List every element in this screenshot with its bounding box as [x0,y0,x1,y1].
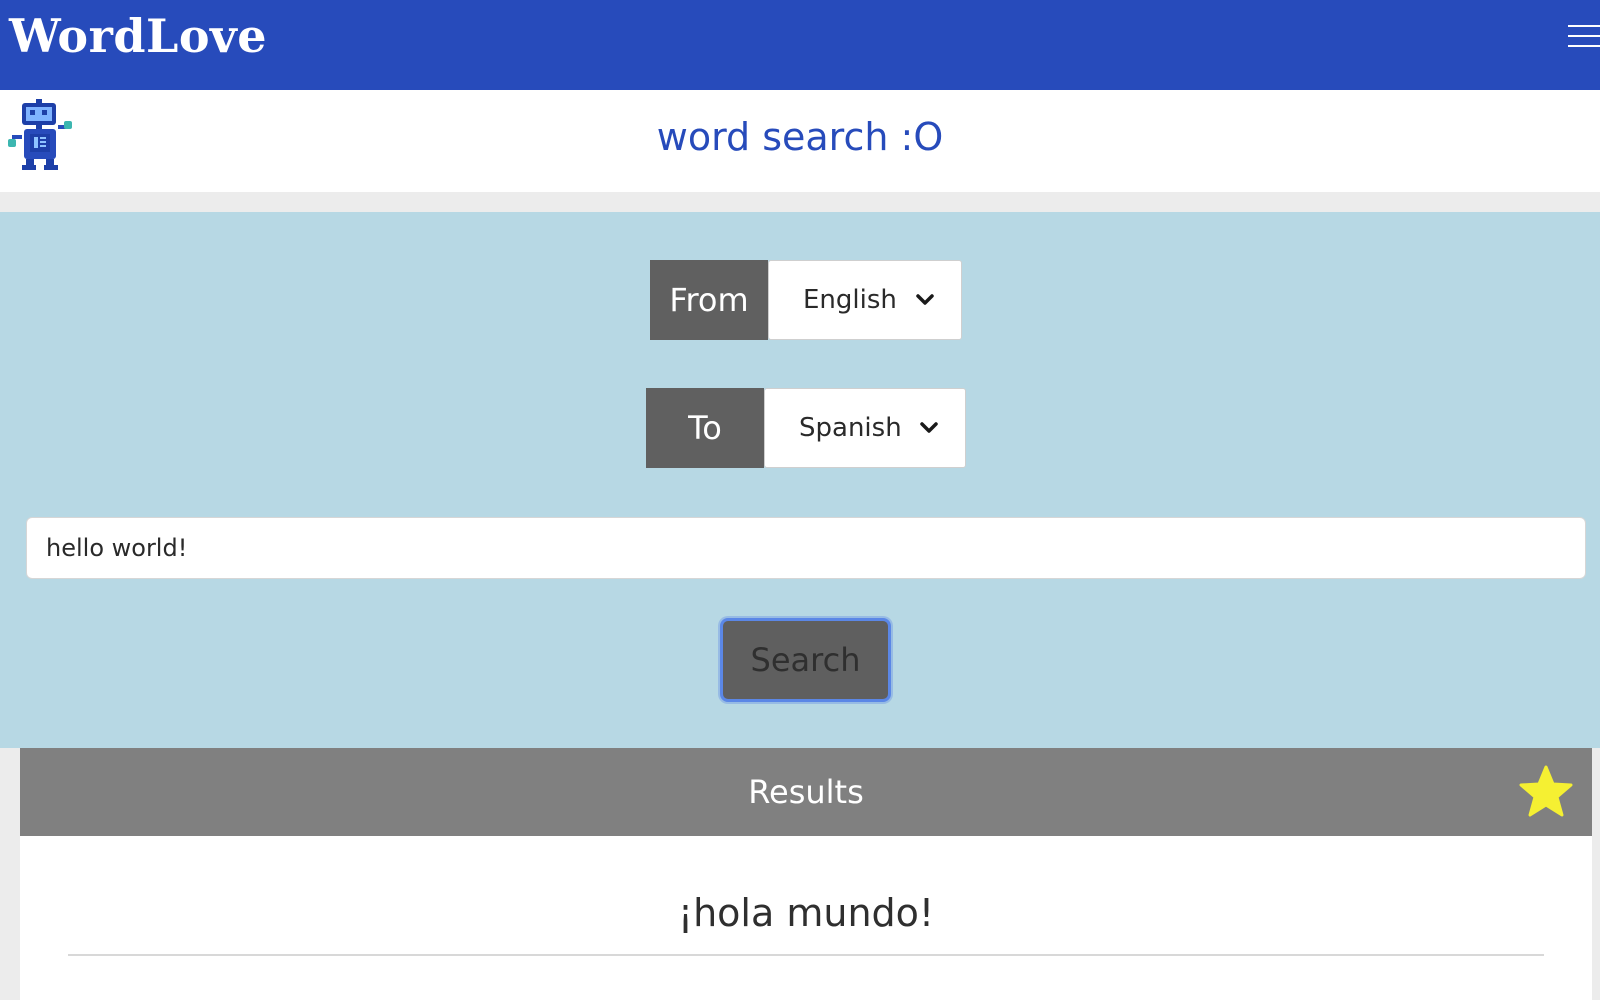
from-label: From [650,260,768,340]
header-spacer [0,192,1600,212]
hamburger-menu-icon[interactable] [1560,20,1600,54]
results-body: ¡hola mundo! [20,836,1592,1000]
to-language-value: Spanish [799,413,902,443]
brand-logo[interactable]: WordLove [9,8,267,64]
star-icon[interactable] [1518,764,1574,820]
from-language-group: From English [650,260,962,340]
result-divider [68,954,1544,956]
from-language-value: English [803,285,897,315]
to-language-select[interactable]: Spanish [764,388,966,468]
chevron-down-icon [920,422,938,433]
from-language-select[interactable]: English [768,260,962,340]
results-title: Results [748,773,864,811]
page-header: word search :O [0,90,1600,192]
result-item: ¡hola mundo! [677,891,935,935]
page-title: word search :O [656,115,944,159]
chevron-down-icon [916,294,934,305]
to-label: To [646,388,764,468]
search-button[interactable]: Search [720,618,891,702]
search-input[interactable]: hello world! [26,517,1586,579]
results-header: Results [20,748,1592,836]
top-navbar: WordLove [0,0,1600,90]
search-panel: From English To Spanish hello world! Sea… [0,212,1600,748]
to-language-group: To Spanish [646,388,966,468]
